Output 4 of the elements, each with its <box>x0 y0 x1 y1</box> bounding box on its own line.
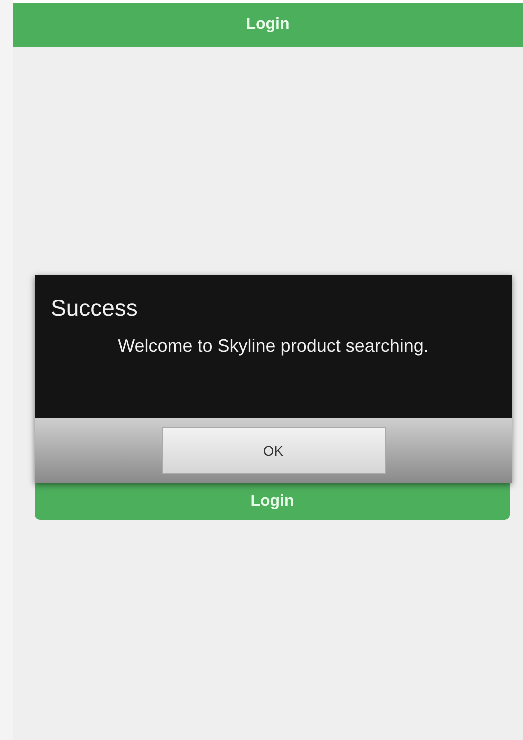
dialog-message: Welcome to Skyline product searching. <box>117 336 430 357</box>
ok-button[interactable]: OK <box>162 427 386 474</box>
header-title: Login <box>13 3 523 47</box>
dialog-title: Success <box>51 295 138 322</box>
